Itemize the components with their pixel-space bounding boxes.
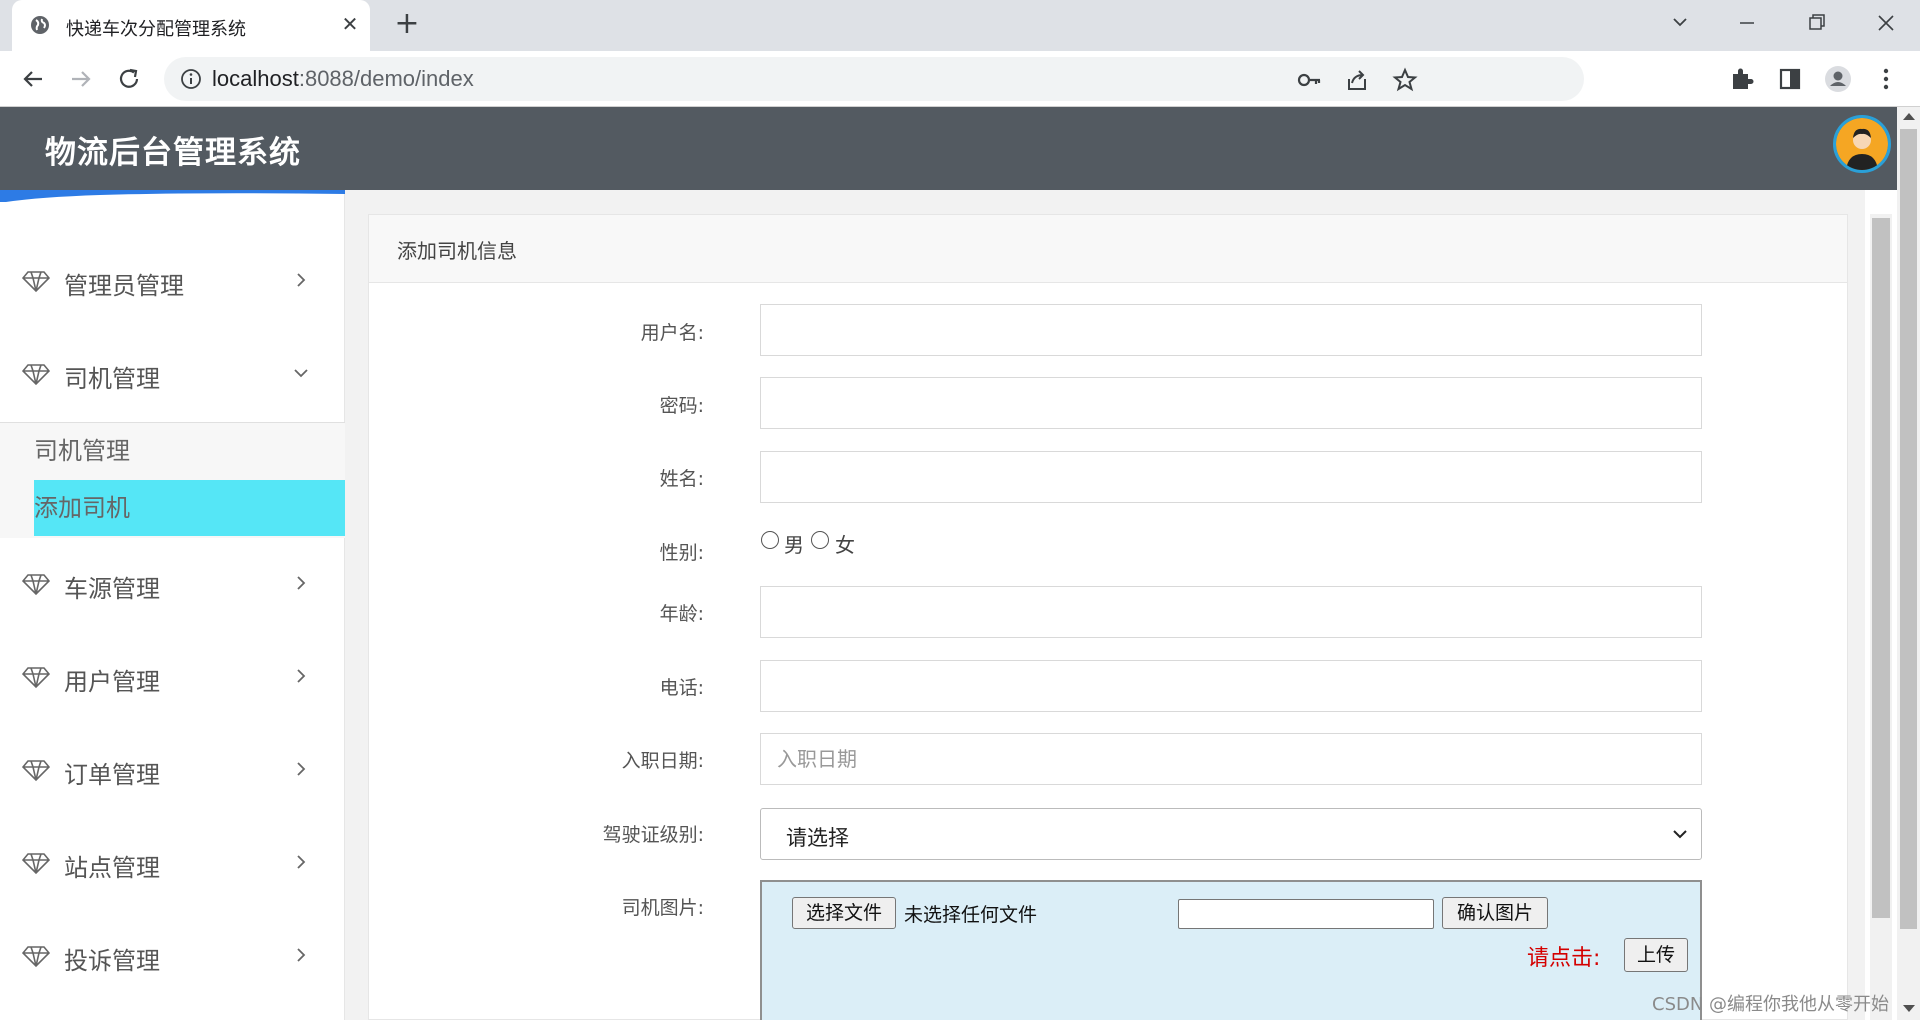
upload-button[interactable]: 上传 — [1624, 938, 1688, 972]
submenu-item-driver-manage[interactable]: 司机管理 — [34, 423, 345, 479]
driver-submenu: 司机管理 添加司机 — [0, 422, 345, 538]
address-bar[interactable]: localhost:8088/demo/index — [164, 57, 1584, 101]
hire-date-input[interactable]: 入职日期 — [760, 733, 1702, 785]
diamond-icon — [22, 946, 50, 968]
diamond-icon — [22, 364, 50, 386]
browser-tab[interactable]: 快递车次分配管理系统 ✕ — [12, 0, 370, 51]
page-scrollbar[interactable] — [1897, 107, 1920, 1020]
close-window-icon[interactable] — [1866, 8, 1906, 38]
phone-label: 电话: — [659, 677, 704, 699]
gender-male-label: 男 — [784, 533, 804, 557]
info-icon[interactable] — [180, 68, 202, 90]
chevron-right-icon — [297, 762, 306, 776]
profile-icon[interactable] — [1824, 65, 1852, 93]
sidebar-item-label: 投诉管理 — [64, 947, 160, 975]
license-selected-value: 请选择 — [786, 826, 849, 850]
chevron-right-icon — [297, 948, 306, 962]
app-header: 物流后台管理系统 — [0, 107, 1920, 190]
forward-icon[interactable] — [66, 64, 96, 94]
sidebar-item-station[interactable]: 站点管理 — [0, 833, 345, 893]
restore-icon[interactable] — [1796, 8, 1836, 38]
gender-male-radio[interactable] — [761, 531, 779, 549]
diamond-icon — [22, 574, 50, 596]
chevron-right-icon — [297, 855, 306, 869]
phone-input[interactable] — [760, 660, 1702, 712]
click-prompt-label: 请点击: — [1527, 946, 1601, 971]
chevron-right-icon — [297, 273, 306, 287]
file-status-text: 未选择任何文件 — [904, 904, 1038, 926]
username-label: 用户名: — [640, 322, 704, 344]
browser-toolbar: localhost:8088/demo/index — [0, 51, 1920, 107]
diamond-icon — [22, 853, 50, 875]
sidebar-item-admin[interactable]: 管理员管理 — [0, 251, 345, 311]
sidebar: 管理员管理 司机管理 司机管理 添加司机 车源管理 用户管理 订单管理 站点管理… — [0, 190, 345, 1020]
sidebar-item-label: 管理员管理 — [64, 272, 184, 300]
sidebar-item-label: 订单管理 — [64, 761, 160, 789]
extensions-icon[interactable] — [1728, 65, 1756, 93]
watermark: CSDN @编程你我他从零开始 — [1652, 994, 1890, 1015]
share-icon[interactable] — [1344, 67, 1370, 93]
age-label: 年龄: — [659, 603, 704, 625]
content-scroll-thumb[interactable] — [1872, 218, 1890, 918]
password-label: 密码: — [659, 395, 704, 417]
confirm-photo-button[interactable]: 确认图片 — [1442, 897, 1548, 929]
minimize-icon[interactable] — [1727, 8, 1767, 38]
tab-search-icon[interactable] — [1660, 8, 1700, 38]
sidebar-item-vehicle[interactable]: 车源管理 — [0, 554, 345, 614]
sidebar-item-label: 司机管理 — [64, 365, 160, 393]
hire-date-label: 入职日期: — [621, 750, 704, 772]
diamond-icon — [22, 667, 50, 689]
sidebar-item-driver[interactable]: 司机管理 — [0, 344, 345, 404]
photo-label: 司机图片: — [621, 897, 704, 919]
password-input[interactable] — [760, 377, 1702, 429]
app-title: 物流后台管理系统 — [45, 135, 301, 171]
chevron-down-icon — [294, 369, 308, 378]
avatar-icon — [1836, 118, 1888, 170]
menu-dots-icon[interactable] — [1872, 65, 1900, 93]
sidebar-item-label: 站点管理 — [64, 854, 160, 882]
license-label: 驾驶证级别: — [602, 824, 704, 846]
bookmark-star-icon[interactable] — [1392, 67, 1418, 93]
chevron-right-icon — [297, 576, 306, 590]
reload-icon[interactable] — [114, 64, 144, 94]
license-select[interactable]: 请选择 — [760, 808, 1702, 860]
content-scrollbar[interactable] — [1870, 214, 1892, 1020]
scroll-up-icon[interactable] — [1903, 113, 1915, 120]
page-scroll-thumb[interactable] — [1900, 129, 1917, 929]
gender-female-label: 女 — [835, 533, 855, 557]
new-tab-icon[interactable]: + — [392, 9, 422, 40]
chevron-right-icon — [297, 669, 306, 683]
diamond-icon — [22, 271, 50, 293]
user-avatar[interactable] — [1833, 115, 1891, 173]
side-panel-icon[interactable] — [1776, 65, 1804, 93]
diamond-icon — [22, 760, 50, 782]
gender-label: 性别: — [659, 542, 704, 564]
sidebar-item-user[interactable]: 用户管理 — [0, 647, 345, 707]
tab-title: 快递车次分配管理系统 — [66, 19, 246, 40]
url-text[interactable]: localhost:8088/demo/index — [212, 66, 474, 92]
sidebar-accent — [0, 190, 345, 202]
photo-upload-area: 选择文件 未选择任何文件 确认图片 请点击: 上传 — [760, 880, 1702, 1020]
sidebar-item-complaint[interactable]: 投诉管理 — [0, 926, 345, 986]
sidebar-item-label: 车源管理 — [64, 575, 160, 603]
key-icon[interactable] — [1296, 67, 1322, 93]
sidebar-item-order[interactable]: 订单管理 — [0, 740, 345, 800]
scroll-down-icon[interactable] — [1903, 1005, 1915, 1012]
name-label: 姓名: — [659, 468, 704, 490]
photo-path-input[interactable] — [1178, 899, 1434, 929]
username-input[interactable] — [760, 304, 1702, 356]
choose-file-button[interactable]: 选择文件 — [792, 897, 896, 929]
browser-tabbar: 快递车次分配管理系统 ✕ + — [0, 0, 1920, 51]
chevron-down-icon — [1673, 830, 1687, 839]
sidebar-item-label: 用户管理 — [64, 668, 160, 696]
globe-icon — [31, 16, 49, 34]
name-input[interactable] — [760, 451, 1702, 503]
age-input[interactable] — [760, 586, 1702, 638]
panel-header: 添加司机信息 — [369, 215, 1847, 283]
gender-female-radio[interactable] — [811, 531, 829, 549]
panel-title: 添加司机信息 — [397, 239, 517, 263]
submenu-item-add-driver[interactable]: 添加司机 — [34, 480, 345, 536]
back-icon[interactable] — [18, 64, 48, 94]
tab-close-icon[interactable]: ✕ — [338, 12, 362, 36]
